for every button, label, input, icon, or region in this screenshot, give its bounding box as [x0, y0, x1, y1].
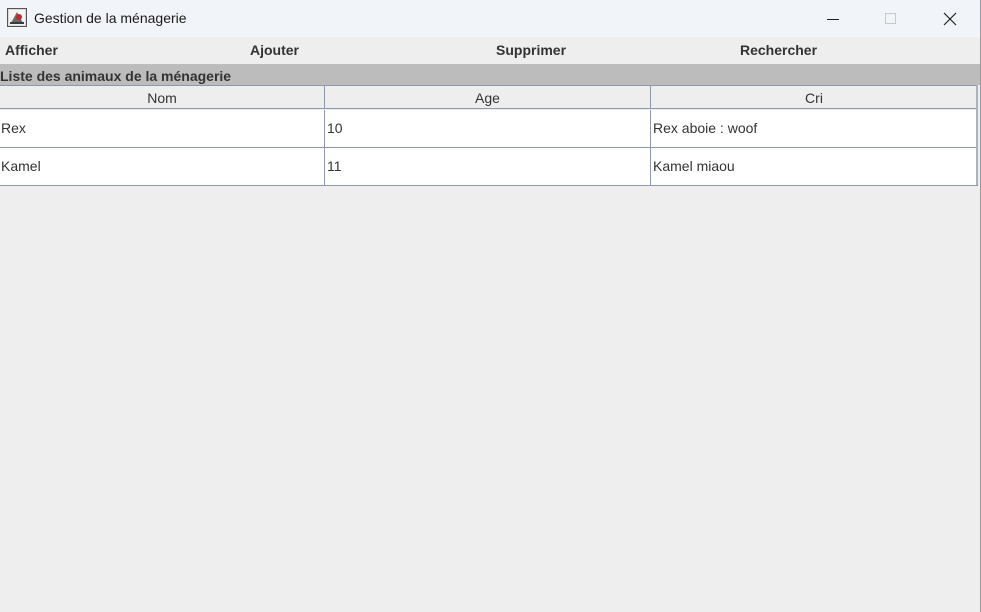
- cell-cri[interactable]: Kamel miaou: [651, 148, 978, 186]
- java-app-icon[interactable]: [7, 8, 27, 27]
- maximize-icon: [885, 12, 897, 25]
- window-title: Gestion de la ménagerie: [34, 10, 187, 26]
- animals-table: Nom Age Cri Rex 10 Rex aboie : woof Kame…: [0, 85, 978, 186]
- cell-age[interactable]: 11: [325, 148, 651, 186]
- cell-age[interactable]: 10: [325, 110, 651, 148]
- menu-bar: Afficher Ajouter Supprimer Rechercher: [0, 37, 980, 64]
- column-header-nom[interactable]: Nom: [0, 85, 325, 109]
- minimize-icon: [827, 13, 839, 25]
- title-bar[interactable]: Gestion de la ménagerie: [0, 0, 980, 37]
- table-row[interactable]: Rex 10 Rex aboie : woof: [0, 110, 978, 148]
- close-button[interactable]: [921, 0, 979, 37]
- menu-supprimer[interactable]: Supprimer: [496, 42, 566, 58]
- cell-cri[interactable]: Rex aboie : woof: [651, 110, 978, 148]
- maximize-button[interactable]: [862, 0, 920, 37]
- minimize-button[interactable]: [804, 0, 862, 37]
- column-header-cri[interactable]: Cri: [651, 85, 978, 109]
- section-header: Liste des animaux de la ménagerie: [0, 65, 980, 85]
- menu-afficher[interactable]: Afficher: [5, 42, 58, 58]
- app-window: Gestion de la ménagerie Afficher Ajouter…: [0, 0, 981, 612]
- menu-ajouter[interactable]: Ajouter: [250, 42, 299, 58]
- table-header: Nom Age Cri: [0, 85, 978, 110]
- column-header-age[interactable]: Age: [325, 85, 651, 109]
- section-title: Liste des animaux de la ménagerie: [0, 68, 232, 84]
- table-scroll-edge: [976, 85, 978, 185]
- cell-nom[interactable]: Rex: [0, 110, 325, 148]
- menu-rechercher[interactable]: Rechercher: [740, 42, 817, 58]
- cell-nom[interactable]: Kamel: [0, 148, 325, 186]
- close-icon: [943, 12, 957, 26]
- table-row[interactable]: Kamel 11 Kamel miaou: [0, 148, 978, 186]
